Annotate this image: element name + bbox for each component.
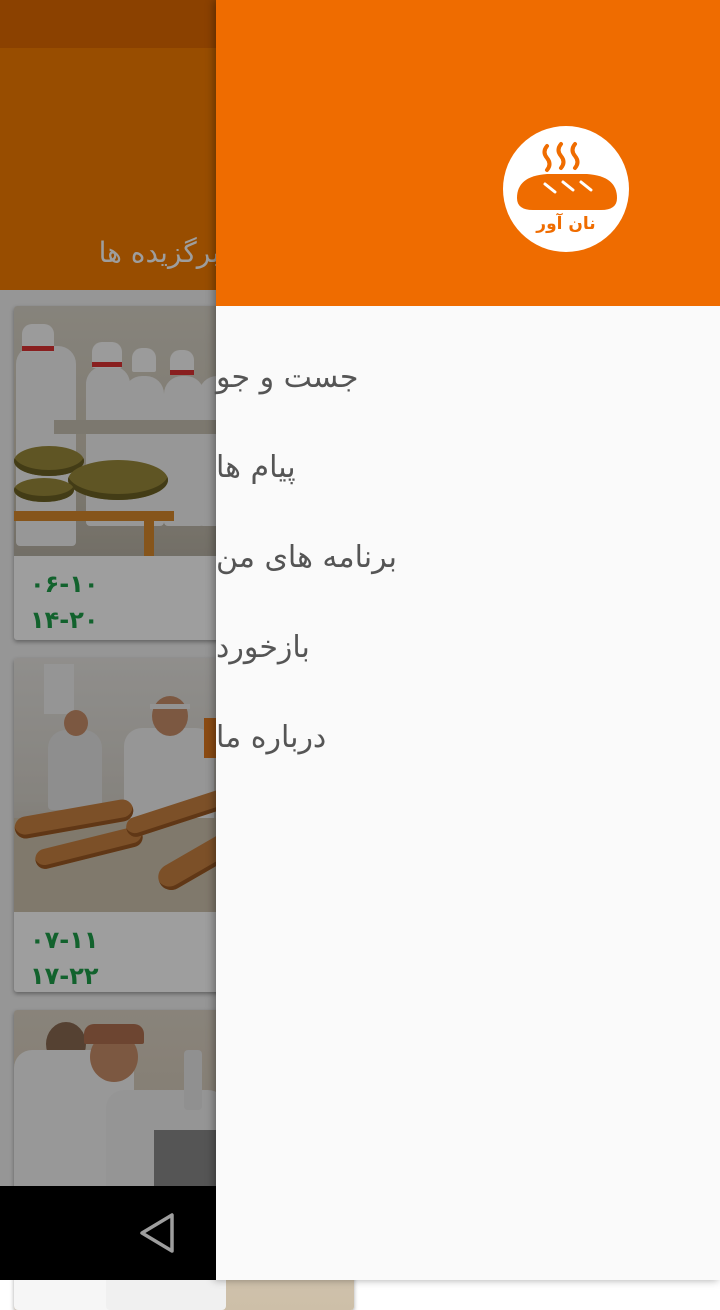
drawer-header: نان آور xyxy=(216,0,720,306)
menu-item-messages[interactable]: پیام ها xyxy=(216,422,720,512)
app-name: نان آور xyxy=(536,214,596,234)
menu-item-search[interactable]: جست و جو xyxy=(216,332,720,422)
menu-item-about[interactable]: درباره ما xyxy=(216,692,720,782)
navigation-drawer: نان آور جست و جو پیام ها برنامه های من ب… xyxy=(216,0,720,1280)
menu-item-my-programs[interactable]: برنامه های من xyxy=(216,512,720,602)
app-logo: نان آور xyxy=(503,126,629,252)
menu-item-feedback[interactable]: بازخورد xyxy=(216,602,720,692)
drawer-menu: جست و جو پیام ها برنامه های من بازخورد د… xyxy=(216,332,720,782)
